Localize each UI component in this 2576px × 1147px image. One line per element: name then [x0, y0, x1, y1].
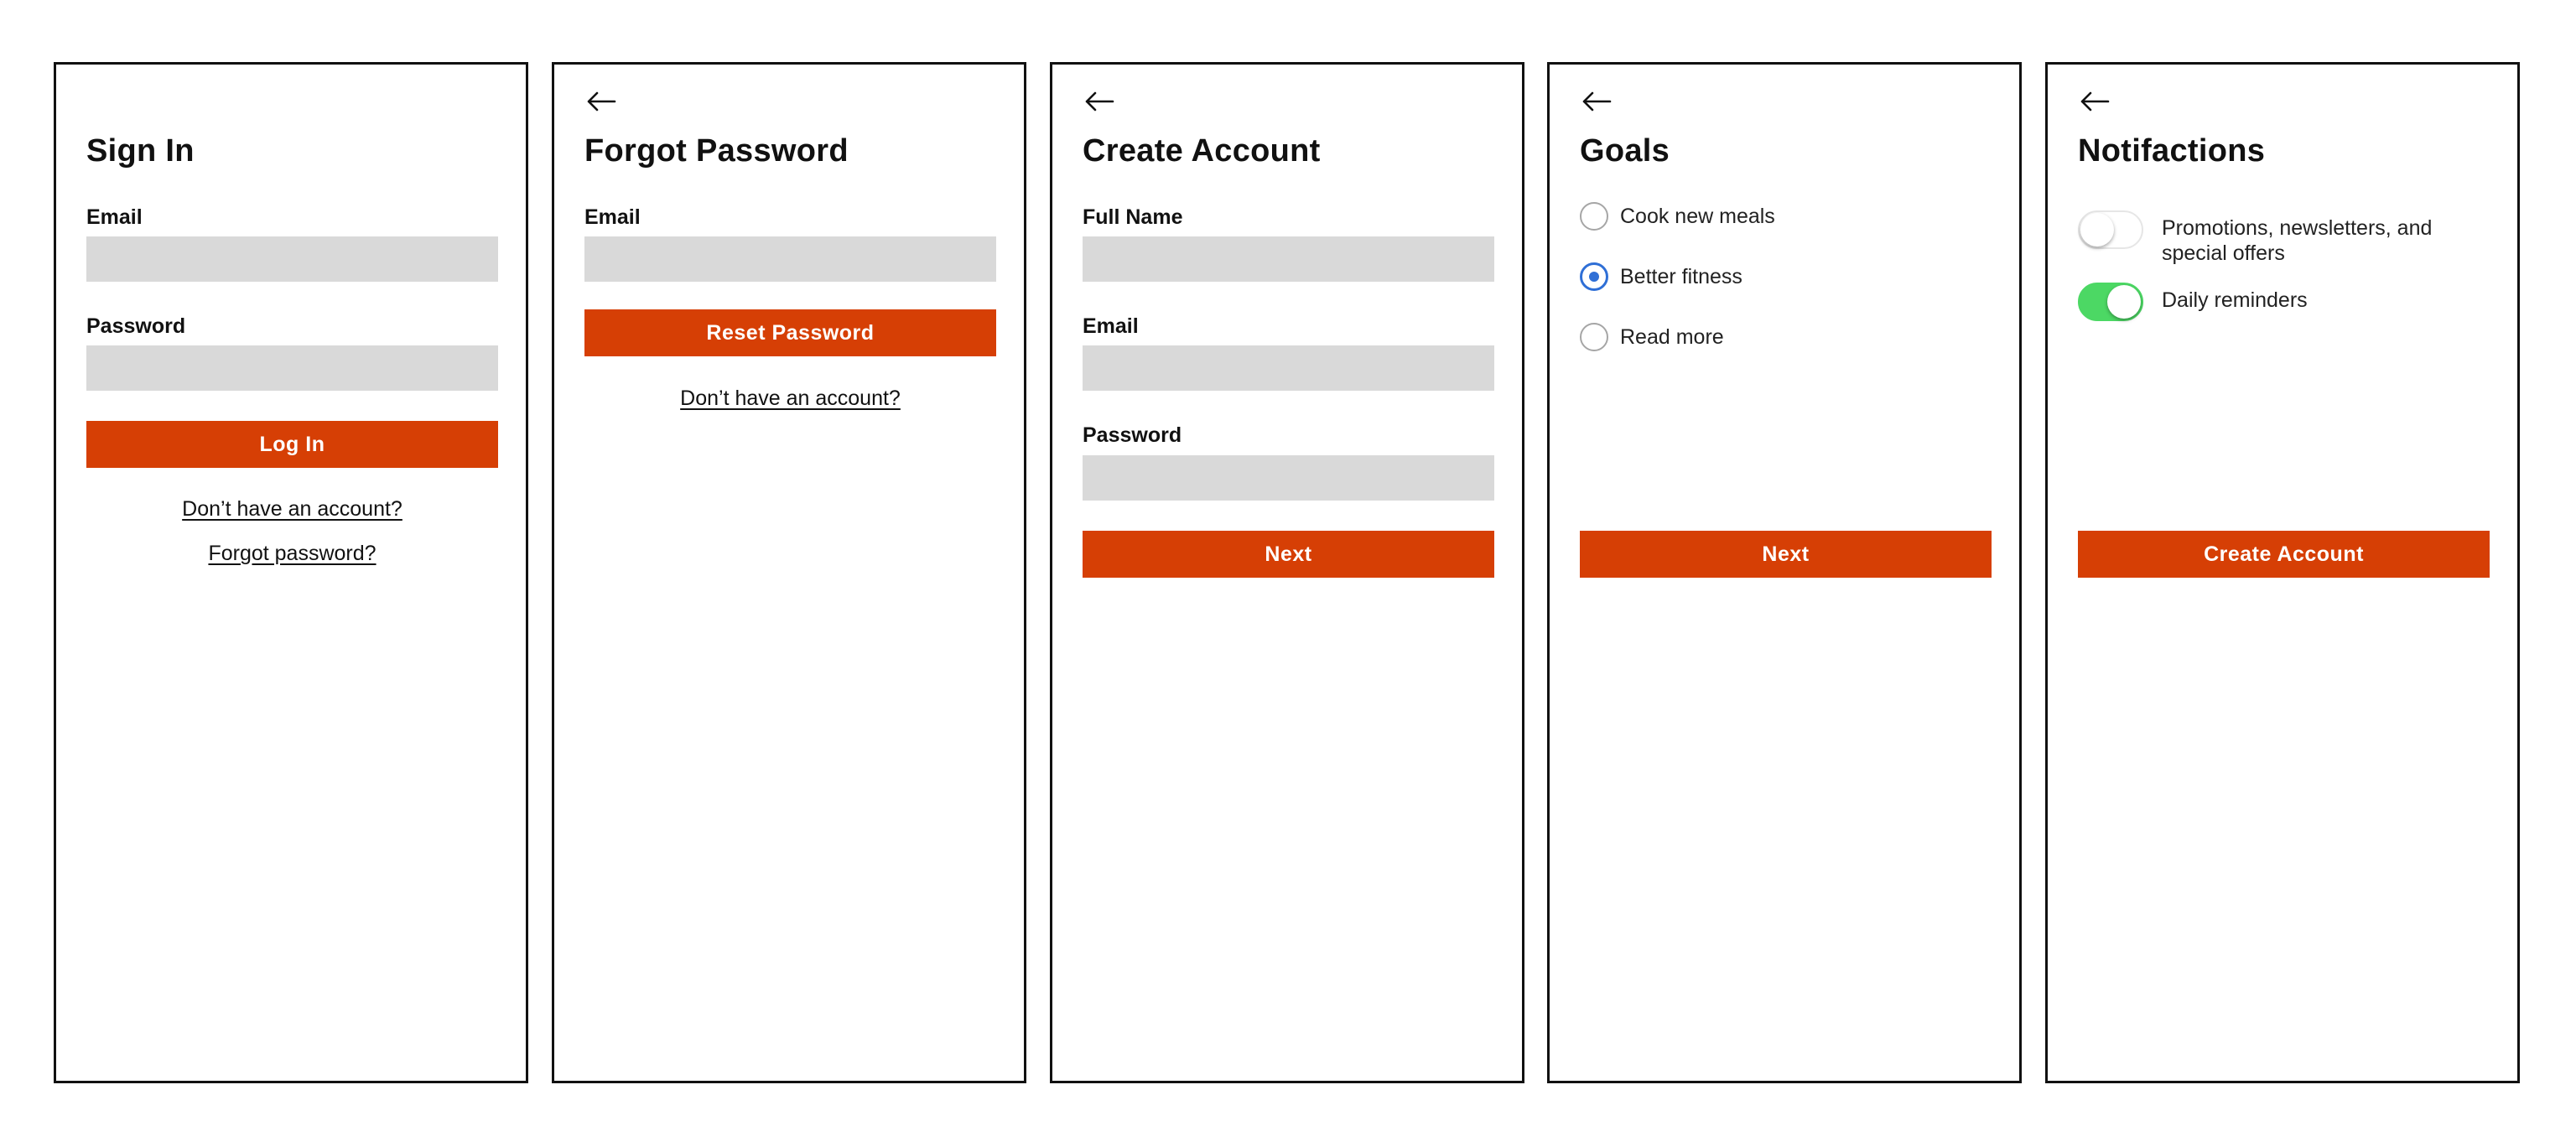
signin-content: Sign In Email Password Log In Don’t have… — [86, 65, 498, 1081]
goals-content: Goals Cook new meals Better fitness Read… — [1580, 65, 1992, 1081]
password-field[interactable] — [1083, 455, 1494, 501]
forgot-password-link[interactable]: Forgot password? — [86, 542, 498, 566]
toggle-knob — [2080, 213, 2114, 247]
page-title: Notifactions — [2078, 133, 2266, 169]
goal-option-label: Read more — [1620, 324, 1724, 349]
daily-reminders-toggle[interactable] — [2078, 283, 2143, 321]
email-label: Email — [1083, 314, 1139, 338]
create-account-button[interactable]: Create Account — [2078, 531, 2490, 578]
full-name-label: Full Name — [1083, 205, 1183, 229]
forgot-password-screen: Forgot Password Email Reset Password Don… — [552, 62, 1026, 1083]
reset-password-button[interactable]: Reset Password — [584, 309, 996, 356]
create-account-screen: Create Account Full Name Email Password … — [1050, 62, 1524, 1083]
email-field[interactable] — [86, 236, 498, 282]
email-label: Email — [584, 205, 641, 229]
notifications-content: Notifactions Promotions, newsletters, an… — [2078, 65, 2490, 1081]
page-title: Sign In — [86, 133, 195, 169]
goal-option-label: Cook new meals — [1620, 204, 1775, 228]
email-label: Email — [86, 205, 143, 229]
notifications-screen: Notifactions Promotions, newsletters, an… — [2045, 62, 2520, 1083]
goal-option-fitness[interactable]: Better fitness — [1580, 262, 1742, 291]
goal-option-cook[interactable]: Cook new meals — [1580, 202, 1775, 231]
radio-button-selected[interactable] — [1580, 262, 1608, 291]
forgot-content: Forgot Password Email Reset Password Don… — [584, 65, 996, 1081]
promotions-toggle[interactable] — [2078, 210, 2143, 249]
password-label: Password — [86, 314, 186, 338]
goals-screen: Goals Cook new meals Better fitness Read… — [1547, 62, 2022, 1083]
page-title: Create Account — [1083, 133, 1321, 169]
next-button[interactable]: Next — [1580, 531, 1992, 578]
page-title: Goals — [1580, 133, 1670, 169]
next-button[interactable]: Next — [1083, 531, 1494, 578]
toggle-label: Daily reminders — [2162, 288, 2308, 312]
login-button[interactable]: Log In — [86, 421, 498, 468]
email-field[interactable] — [584, 236, 996, 282]
full-name-field[interactable] — [1083, 236, 1494, 282]
page-title: Forgot Password — [584, 133, 849, 169]
no-account-link[interactable]: Don’t have an account? — [584, 387, 996, 411]
no-account-link[interactable]: Don’t have an account? — [86, 497, 498, 522]
signin-screen: Sign In Email Password Log In Don’t have… — [54, 62, 528, 1083]
email-field[interactable] — [1083, 345, 1494, 391]
create-content: Create Account Full Name Email Password … — [1083, 65, 1494, 1081]
password-label: Password — [1083, 423, 1182, 447]
toggle-label: Promotions, newsletters, and special off… — [2162, 216, 2433, 265]
password-field[interactable] — [86, 345, 498, 391]
radio-button[interactable] — [1580, 202, 1608, 231]
goal-option-label: Better fitness — [1620, 264, 1742, 288]
radio-button[interactable] — [1580, 323, 1608, 351]
toggle-knob — [2107, 285, 2141, 319]
goal-option-read[interactable]: Read more — [1580, 323, 1724, 351]
